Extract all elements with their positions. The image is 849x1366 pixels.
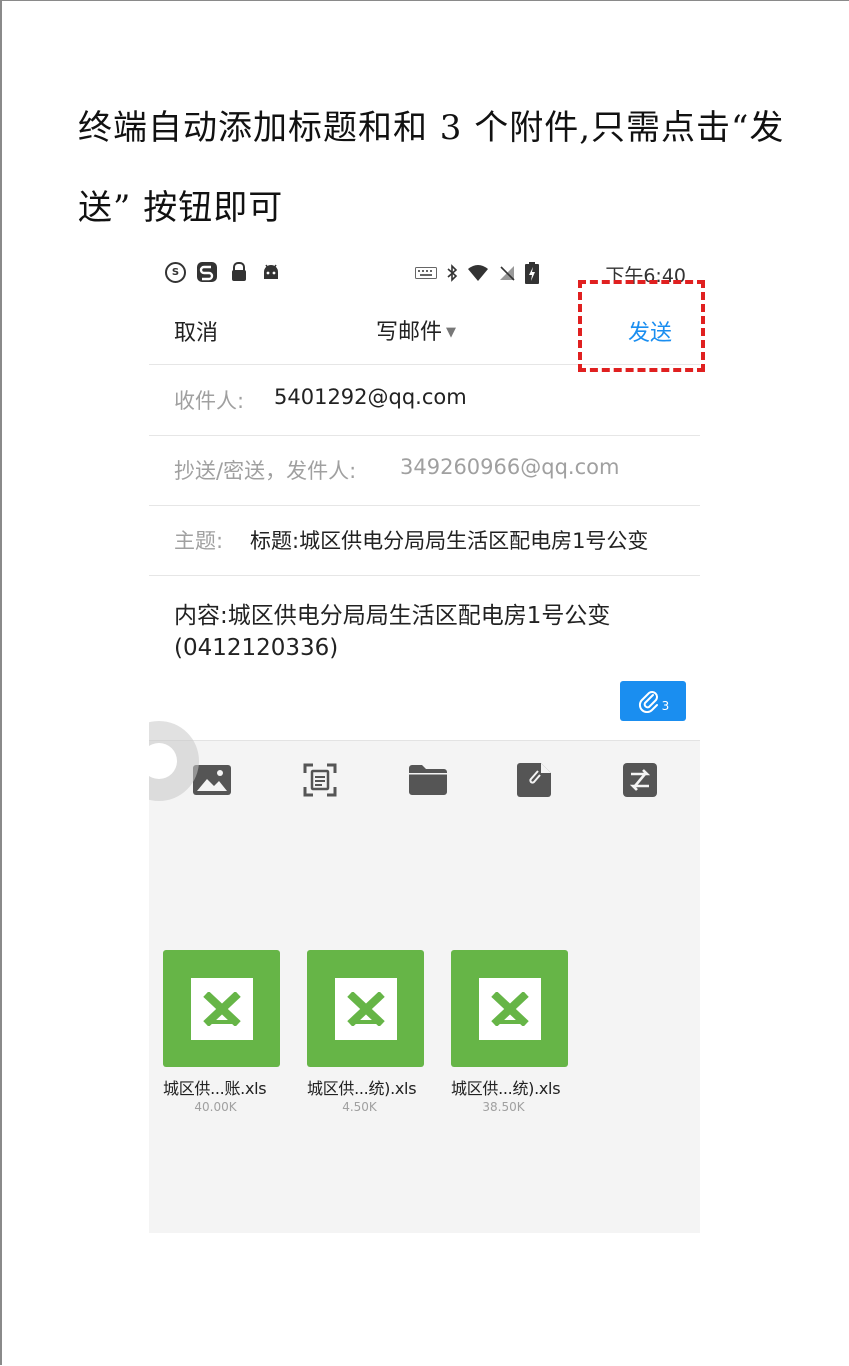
attachment-file[interactable]: 城区供...账.xls 40.00K <box>163 950 283 1114</box>
attachment-count: 3 <box>661 699 670 713</box>
subject-value[interactable]: 标题:城区供电分局局生活区配电房1号公变 <box>250 525 648 555</box>
attachment-size: 38.50K <box>482 1100 525 1114</box>
excel-file-icon <box>163 950 280 1067</box>
attachment-file[interactable]: 城区供...统).xls 4.50K <box>307 950 427 1114</box>
lock-icon <box>228 261 250 283</box>
attachment-name: 城区供...账.xls <box>163 1079 267 1098</box>
send-highlight-box <box>578 280 705 372</box>
caret-down-icon: ▼ <box>446 325 457 340</box>
caption-line-1: 终端自动添加标题和和 3 个附件,只需点击“发 <box>78 108 785 148</box>
excel-file-icon <box>307 950 424 1067</box>
body-line-2: (0412120336) <box>174 635 339 661</box>
android-icon <box>260 261 282 283</box>
note-icon[interactable] <box>515 761 553 799</box>
no-sim-icon <box>498 264 516 286</box>
attachment-count-button[interactable]: 3 <box>620 681 686 721</box>
scan-icon[interactable] <box>301 761 339 799</box>
attachment-name: 城区供...统).xls <box>307 1079 417 1098</box>
recipient-label: 收件人: <box>174 389 245 413</box>
excel-file-icon <box>451 950 568 1067</box>
keyboard-icon <box>415 267 437 283</box>
attachment-name: 城区供...统).xls <box>451 1079 561 1098</box>
attachment-list: 城区供...账.xls 40.00K 城区供...统).xls 4.50K 城区… <box>149 818 700 1233</box>
subject-field[interactable]: 主题: 标题:城区供电分局局生活区配电房1号公变 <box>149 505 700 576</box>
compose-title-dropdown[interactable]: 写邮件 ▼ <box>376 314 456 346</box>
body-line-1: 内容:城区供电分局局生活区配电房1号公变 <box>174 603 611 629</box>
attachment-size: 4.50K <box>342 1100 377 1114</box>
wifi-icon <box>467 264 489 286</box>
mail-body[interactable]: 内容:城区供电分局局生活区配电房1号公变 (0412120336) <box>174 600 694 664</box>
recipient-value[interactable]: 5401292@qq.com <box>274 385 467 409</box>
paperclip-icon <box>638 691 658 713</box>
attachment-file[interactable]: 城区供...统).xls 38.50K <box>451 950 571 1114</box>
battery-charging-icon <box>525 262 539 288</box>
folder-icon[interactable] <box>409 761 447 799</box>
status-right-icons <box>415 262 539 288</box>
attachment-size: 40.00K <box>194 1100 237 1114</box>
caption-line-2: 送” 按钮即可 <box>78 188 284 228</box>
subject-label: 主题: <box>174 529 224 553</box>
compose-title-label: 写邮件 <box>376 320 443 345</box>
phone-screenshot: S 下午6:40 取消 写邮件 ▼ 发送 收件人: 5401292@qq.com… <box>149 256 700 1233</box>
recipient-field[interactable]: 收件人: 5401292@qq.com <box>149 365 700 436</box>
cc-bcc-field[interactable]: 抄送/密送，发件人: 349260966@qq.com <box>149 435 700 506</box>
image-icon[interactable] <box>193 761 231 799</box>
status-left-icons: S <box>165 261 282 283</box>
sogou-round-icon: S <box>165 261 186 283</box>
attachment-toolbar <box>149 740 700 819</box>
bluetooth-icon <box>446 264 458 286</box>
cancel-button[interactable]: 取消 <box>174 315 218 347</box>
cc-bcc-label: 抄送/密送，发件人: <box>174 459 357 483</box>
transfer-icon[interactable] <box>621 761 659 799</box>
s-app-icon <box>196 261 218 283</box>
sender-value[interactable]: 349260966@qq.com <box>400 455 619 479</box>
